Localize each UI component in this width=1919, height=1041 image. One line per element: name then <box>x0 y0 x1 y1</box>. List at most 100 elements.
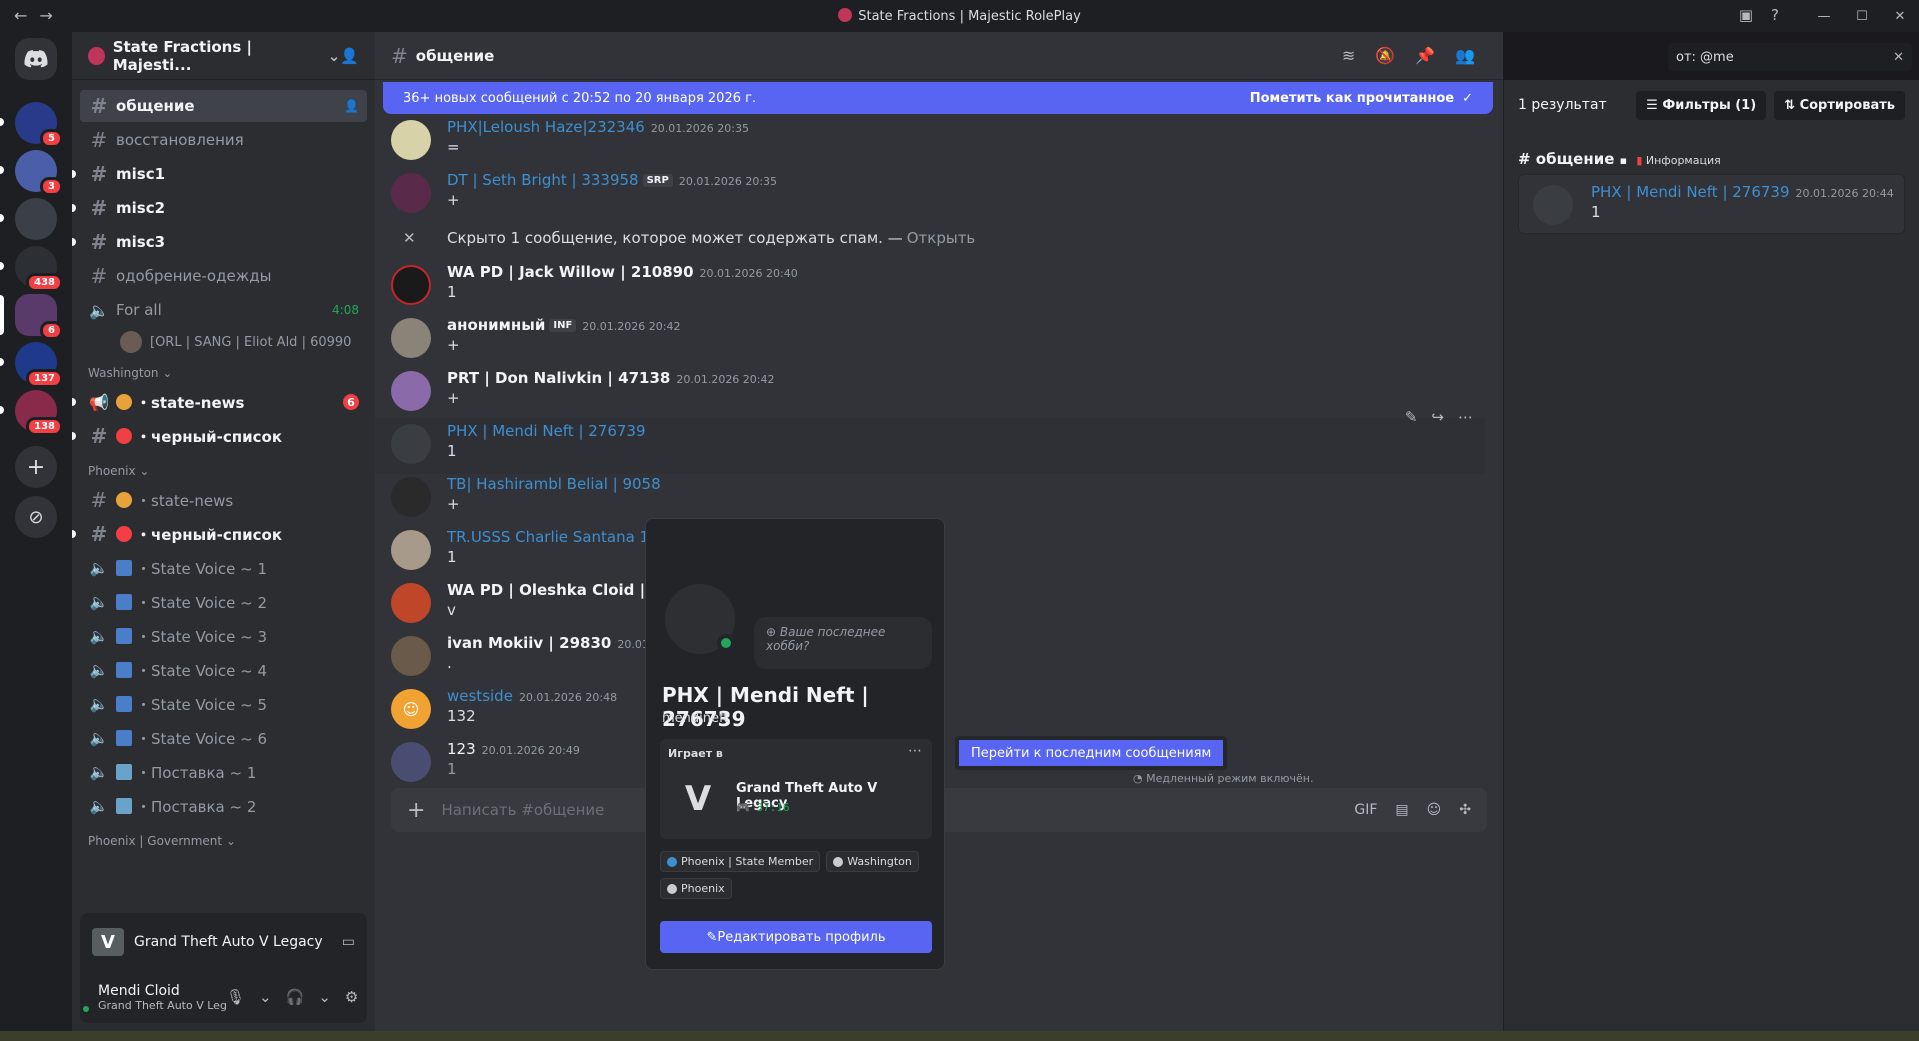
message-author[interactable]: PRT | Don Nalivkin | 47138 <box>447 369 670 387</box>
server-icon-1[interactable]: 5 <box>0 102 63 148</box>
sort-button[interactable]: ⇅ Сортировать <box>1774 90 1905 120</box>
avatar[interactable] <box>391 636 431 676</box>
result-channel-header[interactable]: # общение ▪ ▮ Информация <box>1504 130 1919 174</box>
close-button[interactable]: ✕ <box>1881 0 1919 32</box>
channel-obshchenie[interactable]: # общение 👤 <box>80 90 367 122</box>
voice-channel[interactable]: 🔈 ・Поставка ~ 2 <box>80 790 367 822</box>
server-icon-6[interactable]: 137 <box>0 342 63 388</box>
invite-icon[interactable]: 👤 <box>344 99 359 113</box>
avatar[interactable] <box>391 173 431 213</box>
clear-search-icon[interactable]: ✕ <box>1893 50 1904 65</box>
apps-icon[interactable]: ✣ <box>1459 802 1471 818</box>
avatar[interactable] <box>391 371 431 411</box>
channel-item[interactable]: # восстановления <box>80 124 367 156</box>
message-author[interactable]: PHX|Leloush Haze|232346 <box>447 118 645 136</box>
sticker-icon[interactable]: ▤ <box>1395 802 1408 818</box>
discord-default-avatar-icon[interactable]: ☺ <box>391 689 431 729</box>
message-author[interactable]: WA PD | Jack Willow | 210890 <box>447 263 694 281</box>
voice-channel[interactable]: 🔈 ・State Voice ~ 3 <box>80 620 367 652</box>
activity-panel[interactable]: V Grand Theft Auto V Legacy ▭ <box>80 913 367 971</box>
voice-channel[interactable]: 🔈 ・State Voice ~ 4 <box>80 654 367 686</box>
message-author[interactable]: TB| Hashirambl Belial | 9058 <box>447 475 661 493</box>
chevron-down-icon[interactable]: ⌄ <box>259 988 272 1006</box>
headphones-icon[interactable]: 🎧 <box>286 988 305 1006</box>
minimize-button[interactable]: — <box>1805 0 1843 32</box>
add-server-button[interactable]: + <box>15 446 57 488</box>
message-author[interactable]: 123 <box>447 740 476 758</box>
server-icon-5-selected[interactable]: 6 <box>0 294 63 340</box>
threads-icon[interactable]: ≋ <box>1342 46 1355 65</box>
message[interactable]: WA PD | Jack Willow | 210890 20.01.2026 2… <box>375 259 1485 315</box>
message-author[interactable]: DT | Seth Bright | 333958 <box>447 171 639 189</box>
notification-bell-muted-icon[interactable]: 🔕 <box>1375 46 1395 65</box>
voice-channel[interactable]: 🔈 ・State Voice ~ 1 <box>80 552 367 584</box>
message[interactable]: PRT | Don Nalivkin | 47138 20.01.2026 20:… <box>375 365 1485 421</box>
category-phoenix-government[interactable]: Phoenix | Government ⌄ <box>72 824 375 852</box>
discord-home-button[interactable] <box>15 38 57 80</box>
voice-channel[interactable]: 🔈 ・Поставка ~ 1 <box>80 756 367 788</box>
search-result-card[interactable]: PHX | Mendi Neft | 276739 20.01.2026 20:4… <box>1518 174 1905 234</box>
avatar[interactable] <box>391 424 431 464</box>
jump-to-present-button[interactable]: Перейти к последним сообщениям <box>955 736 1228 770</box>
server-icon-2[interactable]: 3 <box>0 150 63 196</box>
server-icon-7[interactable]: 138 <box>0 390 63 436</box>
message-author[interactable]: анонимный <box>447 316 545 334</box>
pin-icon[interactable]: 📌 <box>1415 46 1435 65</box>
voice-channel[interactable]: 🔈 ・State Voice ~ 6 <box>80 722 367 754</box>
channel-item[interactable]: # misc1 <box>72 158 367 190</box>
edit-profile-button[interactable]: ✎ Редактировать профиль <box>660 921 932 953</box>
attach-plus-icon[interactable]: + <box>407 798 425 823</box>
message[interactable]: DT | Seth Bright | 333958 SRP 20.01.2026 2… <box>375 167 1485 223</box>
role-chip[interactable]: Washington <box>826 851 919 872</box>
avatar[interactable] <box>660 579 740 659</box>
message-author[interactable]: westside <box>447 687 513 705</box>
message-author[interactable]: ivan Mokiiv | 29830 <box>447 634 611 652</box>
message-hovered[interactable]: PHX | Mendi Neft | 276739 1 ✎ ↪ ⋯ <box>375 408 1485 474</box>
channel-item[interactable]: # misc2 <box>72 192 367 224</box>
discover-button[interactable]: ⊘ <box>15 496 57 538</box>
members-icon[interactable]: 👥 <box>1455 46 1475 65</box>
channel-item[interactable]: # ・state-news <box>80 484 367 516</box>
search-input[interactable]: от: @me ✕ <box>1668 43 1912 71</box>
mark-as-read-button[interactable]: Пометить как прочитанное <box>1250 91 1454 106</box>
avatar[interactable] <box>391 120 431 160</box>
server-icon-3[interactable] <box>0 198 57 240</box>
gear-icon[interactable]: ⚙ <box>345 988 358 1006</box>
gif-icon[interactable]: GIF <box>1354 802 1377 818</box>
custom-status-bubble[interactable]: ⊕ Ваше последнее хобби? <box>754 617 932 669</box>
microphone-icon[interactable]: 🎙 <box>226 988 245 1006</box>
channel-item[interactable]: # одобрение-одежды <box>80 260 367 292</box>
filters-button[interactable]: ☰ Фильтры (1) <box>1636 90 1767 120</box>
inbox-icon[interactable]: ▣ <box>1739 6 1753 24</box>
emoji-icon[interactable]: ☺ <box>1427 802 1442 818</box>
message[interactable]: PHX|Leloush Haze|232346 20.01.2026 20:35 … <box>375 114 1485 170</box>
voice-user[interactable]: [ORL | SANG | Eliot Ald | 60990 <box>120 328 375 356</box>
avatar[interactable] <box>391 265 431 305</box>
category-phoenix[interactable]: Phoenix ⌄ <box>72 454 375 482</box>
more-dots-icon[interactable]: ⋯ <box>1458 408 1473 426</box>
avatar[interactable] <box>391 530 431 570</box>
channel-item[interactable]: # ・черный-список <box>72 420 367 452</box>
channel-item[interactable]: # ・черный-список <box>72 518 367 550</box>
chevron-down-icon[interactable]: ⌄ <box>318 988 331 1006</box>
open-spam-link[interactable]: Открыть <box>907 229 976 247</box>
help-icon[interactable]: ? <box>1771 6 1779 24</box>
voice-channel-for-all[interactable]: 🔈 For all 4:08 <box>80 294 367 326</box>
channel-item[interactable]: # misc3 <box>72 226 367 258</box>
channel-item[interactable]: 📢 ・state-news 6 <box>72 386 367 418</box>
category-washington[interactable]: Washington ⌄ <box>72 356 375 384</box>
message[interactable]: анонимный INF 20.01.2026 20:42 + <box>375 312 1485 368</box>
maximize-button[interactable]: ☐ <box>1843 0 1881 32</box>
role-chip[interactable]: Phoenix | State Member <box>660 851 821 872</box>
close-icon[interactable]: ✕ <box>403 229 416 247</box>
message-author[interactable]: PHX | Mendi Neft | 276739 <box>447 422 646 440</box>
avatar[interactable] <box>391 318 431 358</box>
voice-channel[interactable]: 🔈 ・State Voice ~ 5 <box>80 688 367 720</box>
more-dots-icon[interactable]: ⋯ <box>908 743 922 759</box>
edit-pencil-icon[interactable]: ✎ <box>1405 408 1418 426</box>
avatar[interactable] <box>391 742 431 782</box>
new-messages-banner[interactable]: 36+ новых сообщений с 20:52 по 20 января… <box>383 82 1493 114</box>
forward-icon[interactable]: ↪ <box>1431 408 1444 426</box>
result-author[interactable]: PHX | Mendi Neft | 276739 <box>1591 183 1790 201</box>
avatar[interactable] <box>391 477 431 517</box>
